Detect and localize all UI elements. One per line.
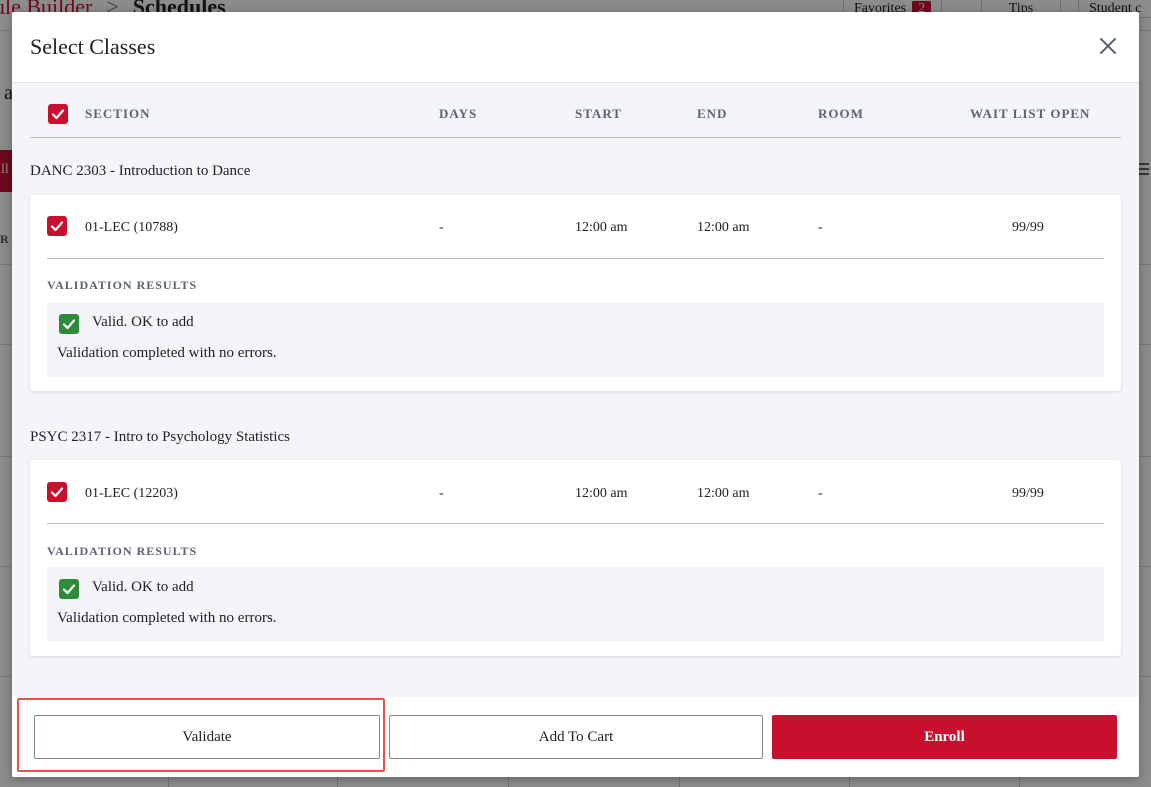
section-days: - <box>439 486 444 501</box>
section-end: 12:00 am <box>697 220 750 235</box>
validate-button[interactable]: Validate <box>34 715 380 759</box>
validation-message: Validation completed with no errors. <box>57 610 277 626</box>
section-room: - <box>818 486 823 501</box>
course-title: PSYC 2317 - Intro to Psychology Statisti… <box>30 429 291 445</box>
column-header-wait-list[interactable]: WAIT LIST OPEN <box>970 106 1090 122</box>
section-room: - <box>818 220 823 235</box>
close-icon <box>1100 38 1116 54</box>
column-header-days[interactable]: DAYS <box>439 106 477 122</box>
modal-footer: Validate Add To Cart Enroll <box>12 697 1139 777</box>
validation-results-label: VALIDATION RESULTS <box>47 278 198 292</box>
select-all-checkbox[interactable] <box>48 104 68 124</box>
section-end: 12:00 am <box>697 486 750 501</box>
modal-body[interactable]: SECTION DAYS START END ROOM WAIT LIST OP… <box>12 83 1139 697</box>
modal-header: Select Classes <box>12 12 1139 83</box>
column-header-section[interactable]: SECTION <box>85 106 151 122</box>
add-to-cart-button[interactable]: Add To Cart <box>389 715 763 759</box>
checkmark-icon <box>51 109 65 120</box>
validation-results-label: VALIDATION RESULTS <box>47 544 198 558</box>
course-section-card: 01-LEC (12203) - 12:00 am 12:00 am - 99/… <box>30 460 1121 656</box>
section-id: 01-LEC (12203) <box>85 486 178 501</box>
section-days: - <box>439 220 444 235</box>
column-header-row: SECTION DAYS START END ROOM WAIT LIST OP… <box>30 83 1121 138</box>
section-checkbox[interactable] <box>47 216 67 236</box>
card-divider <box>47 523 1104 524</box>
section-id: 01-LEC (10788) <box>85 220 178 235</box>
validation-results-box: Valid. OK to add Validation completed wi… <box>47 302 1104 377</box>
validation-message: Validation completed with no errors. <box>57 345 277 361</box>
section-start: 12:00 am <box>575 220 628 235</box>
section-wait-list: 99/99 <box>1012 486 1044 501</box>
course-section-card: 01-LEC (10788) - 12:00 am 12:00 am - 99/… <box>30 195 1121 391</box>
checkmark-icon <box>50 487 64 498</box>
modal-title: Select Classes <box>30 34 156 59</box>
select-classes-modal: Select Classes SECTION DAYS START END RO… <box>12 12 1139 777</box>
column-header-start[interactable]: START <box>575 106 622 122</box>
section-checkbox[interactable] <box>47 482 67 502</box>
checkmark-icon <box>50 221 64 232</box>
validation-status: Valid. OK to add <box>92 314 194 330</box>
card-divider <box>47 258 1104 259</box>
course-title: DANC 2303 - Introduction to Dance <box>30 163 251 179</box>
validation-results-box: Valid. OK to add Validation completed wi… <box>47 567 1104 642</box>
close-button[interactable] <box>1096 34 1120 58</box>
checkmark-icon <box>62 584 76 595</box>
checkmark-icon <box>62 319 76 330</box>
validation-status: Valid. OK to add <box>92 579 194 595</box>
column-header-end[interactable]: END <box>697 106 727 122</box>
section-wait-list: 99/99 <box>1012 220 1044 235</box>
valid-check-icon <box>59 579 79 599</box>
column-header-room[interactable]: ROOM <box>818 106 864 122</box>
section-start: 12:00 am <box>575 486 628 501</box>
valid-check-icon <box>59 314 79 334</box>
enroll-button[interactable]: Enroll <box>772 715 1117 759</box>
